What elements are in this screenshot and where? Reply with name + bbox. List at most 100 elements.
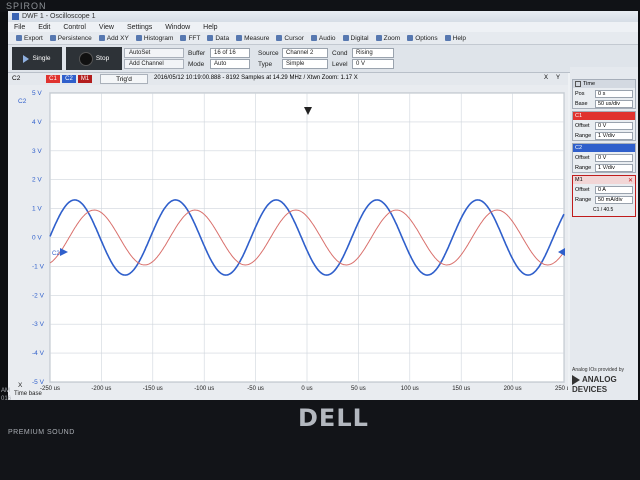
audio-icon bbox=[310, 35, 317, 41]
add-xy-button[interactable]: Add XY bbox=[98, 35, 129, 42]
mode-label: Mode bbox=[188, 61, 205, 68]
clock-fragment-am: AM bbox=[1, 388, 10, 394]
status-bar: Time base bbox=[8, 391, 638, 400]
zoom-icon bbox=[375, 35, 382, 41]
measure-button[interactable]: Measure bbox=[236, 35, 269, 42]
channel-2-marker-label: C2 bbox=[52, 251, 60, 257]
add-xy-icon bbox=[98, 35, 105, 41]
c1-offset-label: Offset bbox=[575, 123, 590, 129]
c1-settings: C1 Offset 0 V Range 1 V/div bbox=[572, 111, 636, 141]
menu-file[interactable]: File bbox=[14, 24, 25, 31]
mode-select[interactable]: Auto bbox=[210, 59, 250, 69]
y-tick-label: 5 V bbox=[32, 90, 42, 97]
m1-range-label: Range bbox=[575, 197, 592, 203]
c2-offset-input[interactable]: 0 V bbox=[595, 154, 633, 162]
c2-offset-label: Offset bbox=[575, 155, 590, 161]
time-base-input[interactable]: 50 us/div bbox=[595, 100, 633, 108]
single-button[interactable]: Single bbox=[12, 47, 62, 70]
level-label: Level bbox=[332, 61, 348, 68]
y-tick-label: -5 V bbox=[32, 379, 45, 386]
c2-range-input[interactable]: 1 V/div bbox=[595, 164, 633, 172]
menu-edit[interactable]: Edit bbox=[38, 24, 50, 31]
y-axis-title: C2 bbox=[18, 98, 27, 105]
type-select[interactable]: Simple bbox=[282, 59, 328, 69]
digital-button[interactable]: Digital bbox=[342, 35, 369, 42]
m1-expression: C1 / 40.5 bbox=[593, 207, 614, 213]
audio-button[interactable]: Audio bbox=[310, 35, 336, 42]
window-title: DWF 1 - Oscilloscope 1 bbox=[22, 13, 96, 20]
type-label: Type bbox=[258, 61, 273, 68]
premium-sound-label: PREMIUM SOUND bbox=[8, 429, 75, 436]
options-icon bbox=[407, 35, 414, 41]
cursor-button[interactable]: Cursor bbox=[276, 35, 304, 42]
menu-control[interactable]: Control bbox=[63, 24, 86, 31]
menu-window[interactable]: Window bbox=[165, 24, 190, 31]
m1-settings: M1 ✕ Offset 0 A Range 50 mA/div C1 / 40.5 bbox=[572, 175, 636, 217]
acquisition-control-bar: Single Stop AutoSet Add Channel Buffer 1… bbox=[8, 45, 638, 73]
add-channel-button[interactable]: Add Channel bbox=[124, 59, 184, 69]
c1-range-input[interactable]: 1 V/div bbox=[595, 132, 633, 140]
analog-devices-credit: Analog IOs provided by ANALOG DEVICES bbox=[572, 367, 636, 394]
c1-offset-input[interactable]: 0 V bbox=[595, 122, 633, 130]
persistence-button[interactable]: Persistence bbox=[49, 35, 92, 42]
m1-range-input[interactable]: 50 mA/div bbox=[595, 196, 633, 204]
close-icon[interactable]: ✕ bbox=[628, 177, 633, 184]
x-axis-toggle[interactable]: X bbox=[544, 75, 548, 81]
waveform-chart[interactable]: 5 V 4 V 3 V 2 V 1 V 0 V -1 V -2 V -3 V -4 V -5 V C2… bbox=[8, 85, 573, 400]
single-icon bbox=[23, 54, 30, 63]
ad-caption: Analog IOs provided by bbox=[572, 367, 624, 373]
histogram-icon bbox=[135, 35, 142, 41]
time-base-label-2: Base bbox=[575, 101, 588, 107]
y-tick-label: -1 V bbox=[32, 263, 45, 270]
channel-c2-chip[interactable]: C2 bbox=[62, 75, 76, 83]
y-tick-label: -2 V bbox=[32, 292, 45, 299]
stop-button[interactable]: Stop bbox=[66, 47, 122, 70]
histogram-button[interactable]: Histogram bbox=[135, 35, 173, 42]
time-base-label: Time base bbox=[14, 391, 42, 397]
c2-header: C2 bbox=[573, 144, 635, 152]
y-tick-label: 4 V bbox=[32, 119, 42, 126]
time-settings: Time Pos 0 s Base 50 us/div bbox=[572, 79, 636, 109]
time-checkbox-icon[interactable] bbox=[575, 81, 581, 87]
cond-select[interactable]: Rising bbox=[352, 48, 394, 58]
menu-view[interactable]: View bbox=[99, 24, 114, 31]
time-pos-input[interactable]: 0 s bbox=[595, 90, 633, 98]
export-button[interactable]: Export bbox=[16, 35, 43, 42]
x-axis-button[interactable]: X bbox=[18, 382, 23, 389]
channel-c1-chip[interactable]: C1 bbox=[46, 75, 60, 83]
menu-help[interactable]: Help bbox=[203, 24, 217, 31]
help-button[interactable]: Help bbox=[444, 35, 466, 42]
c1-range-label: Range bbox=[575, 133, 592, 139]
stop-icon bbox=[78, 51, 93, 66]
data-button[interactable]: Data bbox=[207, 35, 229, 42]
y-tick-label: 1 V bbox=[32, 206, 42, 213]
help-icon bbox=[444, 35, 451, 41]
y-axis-toggle[interactable]: Y bbox=[556, 75, 560, 81]
time-header: Time bbox=[573, 80, 635, 88]
y-tick-label: -4 V bbox=[32, 350, 45, 357]
fft-button[interactable]: FFT bbox=[180, 35, 200, 42]
export-icon bbox=[16, 35, 22, 41]
source-label: Source bbox=[258, 50, 279, 57]
digital-icon bbox=[342, 35, 349, 41]
options-button[interactable]: Options bbox=[407, 35, 438, 42]
m1-offset-input[interactable]: 0 A bbox=[595, 186, 633, 194]
zoom-button[interactable]: Zoom bbox=[375, 35, 400, 42]
menu-settings[interactable]: Settings bbox=[127, 24, 152, 31]
clock-fragment-year: 016 bbox=[1, 396, 12, 402]
source-select[interactable]: Channel 2 bbox=[282, 48, 328, 58]
c2-settings: C2 Offset 0 V Range 1 V/div bbox=[572, 143, 636, 173]
oscilloscope-plot[interactable]: 5 V 4 V 3 V 2 V 1 V 0 V -1 V -2 V -3 V -4 V -5 V C2… bbox=[8, 85, 573, 400]
m1-offset-label: Offset bbox=[575, 187, 590, 193]
data-icon bbox=[207, 35, 214, 41]
autoset-button[interactable]: AutoSet bbox=[124, 48, 184, 58]
channel-status-bar: C2 C1 C2 M1 Trig'd 2016/05/12 10:19:00.8… bbox=[8, 73, 568, 85]
fft-icon bbox=[180, 35, 187, 41]
y-axis: 5 V 4 V 3 V 2 V 1 V 0 V -1 V -2 V -3 V -4 V -5 V C2 bbox=[18, 90, 45, 386]
acquisition-info: 2016/05/12 10:19:00.888 - 8192 Samples a… bbox=[154, 75, 358, 81]
brand-label: SPIRON bbox=[6, 1, 47, 11]
y-tick-label: 2 V bbox=[32, 177, 42, 184]
level-input[interactable]: 0 V bbox=[352, 59, 394, 69]
math-m1-chip[interactable]: M1 bbox=[78, 75, 92, 83]
buffer-select[interactable]: 16 of 16 bbox=[210, 48, 250, 58]
